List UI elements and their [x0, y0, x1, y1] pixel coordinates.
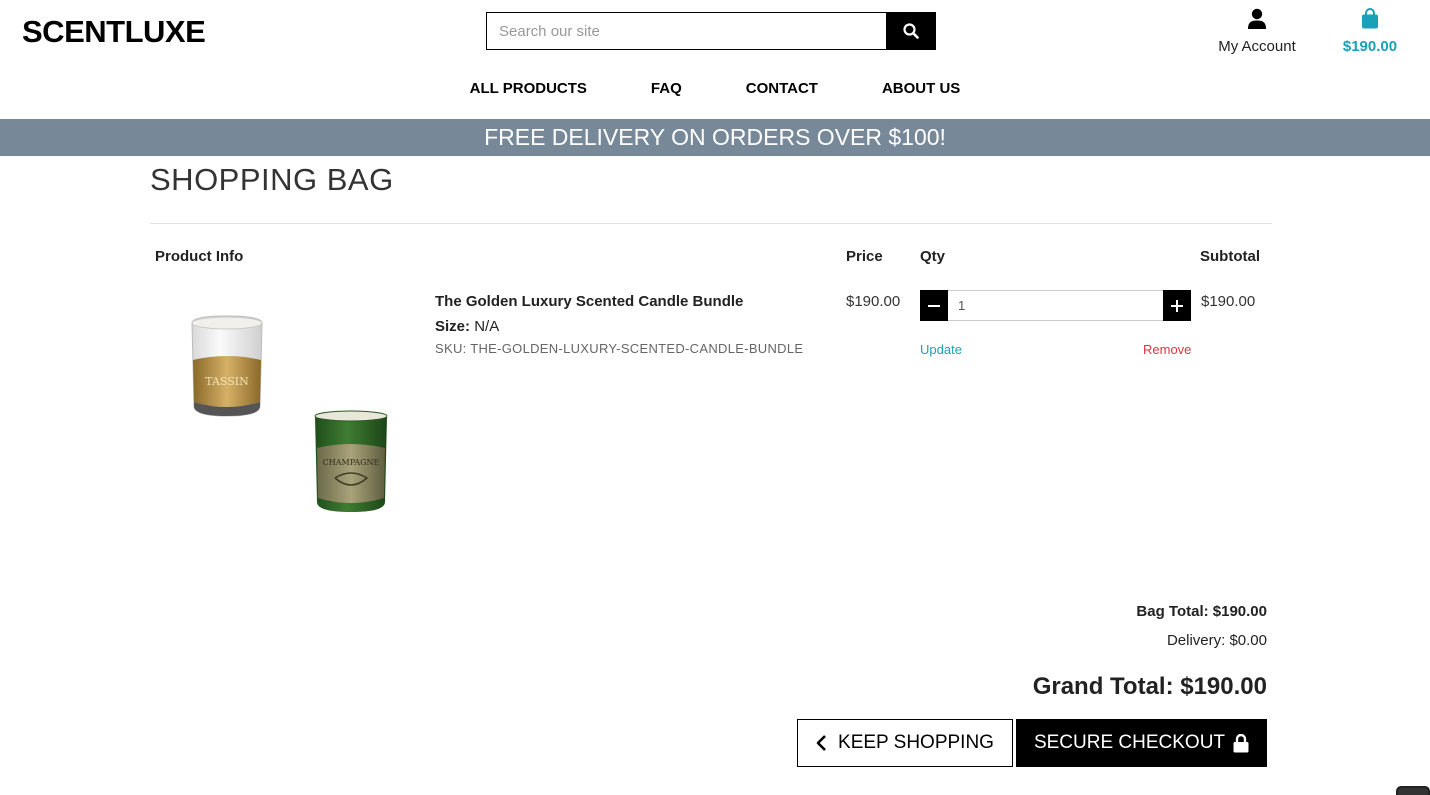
main-nav: ALL PRODUCTS FAQ CONTACT ABOUT US — [0, 80, 1430, 97]
product-name: The Golden Luxury Scented Candle Bundle — [435, 293, 744, 310]
product-size: Size: N/A — [435, 318, 499, 335]
my-account-label: My Account — [1218, 38, 1296, 55]
search-input[interactable] — [486, 12, 886, 50]
nav-contact[interactable]: CONTACT — [746, 80, 818, 97]
column-header-product-info: Product Info — [155, 248, 244, 265]
minus-icon — [928, 304, 940, 307]
column-header-subtotal: Subtotal — [1200, 248, 1260, 265]
user-icon — [1248, 8, 1266, 29]
delivery-cost: Delivery: $0.00 — [1166, 632, 1267, 649]
decrement-qty-button[interactable] — [920, 290, 948, 321]
column-header-price: Price — [846, 248, 883, 265]
increment-qty-button[interactable] — [1163, 290, 1191, 321]
search-icon — [903, 23, 919, 39]
nav-faq[interactable]: FAQ — [651, 80, 682, 97]
product-subtotal: $190.00 — [1201, 293, 1256, 310]
product-price: $190.00 — [846, 293, 901, 310]
product-size-value: N/A — [474, 318, 500, 335]
site-logo[interactable]: SCENTLUXE — [22, 14, 206, 50]
quantity-stepper — [920, 290, 1191, 321]
secure-checkout-button[interactable]: SECURE CHECKOUT — [1016, 719, 1267, 767]
column-header-qty: Qty — [920, 248, 946, 265]
floating-widget[interactable] — [1396, 786, 1430, 795]
search-button[interactable] — [886, 12, 936, 50]
secure-checkout-label: SECURE CHECKOUT — [1033, 732, 1226, 753]
keep-shopping-label: KEEP SHOPPING — [838, 732, 994, 753]
keep-shopping-button[interactable]: KEEP SHOPPING — [797, 719, 1013, 767]
candle-label-text: TASSIN — [205, 375, 249, 388]
candle-label-text: CHAMPAGNE — [323, 458, 380, 467]
shopping-bag-link[interactable]: $190.00 — [1334, 8, 1406, 55]
bag-total: Bag Total: $190.00 — [1136, 603, 1267, 620]
my-account-link[interactable]: My Account — [1208, 8, 1306, 55]
product-image[interactable]: TASSIN CHAMPAGNE — [175, 298, 400, 523]
search-form — [486, 12, 936, 50]
product-sku: SKU: THE-GOLDEN-LUXURY-SCENTED-CANDLE-BU… — [435, 341, 804, 356]
grand-total: Grand Total: $190.00 — [1032, 673, 1267, 700]
shopping-bag-icon — [1362, 8, 1378, 29]
quantity-input[interactable] — [948, 290, 1163, 321]
chevron-left-icon — [816, 735, 826, 751]
lock-icon — [1233, 733, 1249, 752]
nav-about-us[interactable]: ABOUT US — [882, 80, 960, 97]
plus-icon — [1171, 299, 1183, 312]
update-link[interactable]: Update — [920, 342, 962, 357]
product-size-label: Size: — [435, 318, 471, 335]
divider — [150, 223, 1272, 224]
delivery-banner: FREE DELIVERY ON ORDERS OVER $100! — [0, 119, 1430, 156]
page-title: SHOPPING BAG — [150, 162, 394, 197]
remove-link[interactable]: Remove — [1143, 342, 1191, 357]
bag-amount: $190.00 — [1342, 38, 1398, 55]
nav-all-products[interactable]: ALL PRODUCTS — [470, 80, 587, 97]
